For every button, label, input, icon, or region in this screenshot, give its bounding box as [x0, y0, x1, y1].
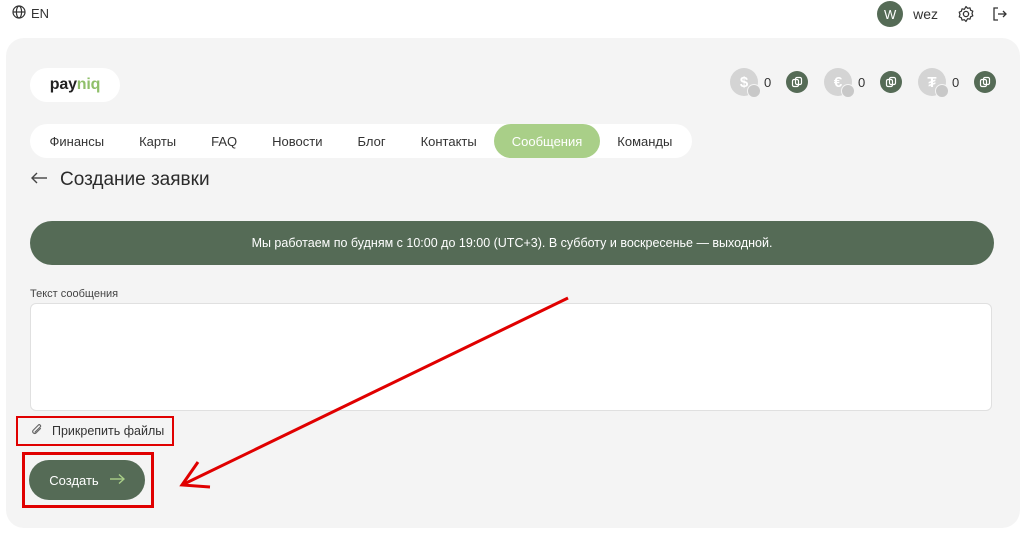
balances: $ 0 € 0 ₮ 0	[730, 68, 996, 98]
balance-usd: $ 0	[730, 68, 808, 98]
message-label: Текст сообщения	[30, 288, 119, 300]
payniq-logo[interactable]: pay niq	[30, 68, 120, 102]
main-nav: Финансы Карты FAQ Новости Блог Контакты …	[30, 124, 692, 158]
page-title: Создание заявки	[60, 169, 210, 190]
copy-icon[interactable]	[880, 71, 902, 93]
balance-value: 0	[952, 74, 960, 90]
tab-contacts[interactable]: Контакты	[403, 124, 494, 158]
tab-messages[interactable]: Сообщения	[494, 124, 600, 158]
globe-icon	[12, 5, 26, 22]
back-arrow-icon[interactable]	[30, 171, 48, 190]
tab-cards[interactable]: Карты	[122, 124, 194, 158]
username[interactable]: wez	[913, 6, 938, 22]
euro-coin-icon: €	[824, 68, 855, 98]
working-hours-banner: Мы работаем по будням с 10:00 до 19:00 (…	[30, 221, 994, 265]
paperclip-icon	[30, 423, 44, 440]
tab-news[interactable]: Новости	[255, 124, 340, 158]
logout-icon[interactable]	[988, 2, 1012, 26]
balance-value: 0	[764, 74, 772, 90]
language-switcher[interactable]: EN	[12, 5, 49, 22]
gear-icon[interactable]	[954, 2, 978, 26]
attach-files-label: Прикрепить файлы	[52, 424, 165, 438]
balance-value: 0	[858, 74, 866, 90]
copy-icon[interactable]	[974, 71, 996, 93]
create-button[interactable]: Создать	[29, 460, 145, 500]
attach-files-button[interactable]: Прикрепить файлы	[16, 416, 174, 446]
language-label: EN	[31, 6, 50, 21]
main-card: pay niq $ 0 € 0 ₮ 0 Финансы Карты FAQ Но…	[6, 38, 1020, 528]
arrow-right-icon	[109, 473, 125, 488]
avatar[interactable]: W	[877, 1, 904, 27]
tab-faq[interactable]: FAQ	[194, 124, 255, 158]
page-header: Создание заявки	[30, 169, 210, 191]
user-area: W wez	[877, 0, 1012, 28]
balance-usdt: ₮ 0	[918, 68, 996, 98]
tether-coin-icon: ₮	[918, 68, 949, 98]
tab-teams[interactable]: Команды	[600, 124, 690, 158]
top-bar: EN W wez	[0, 0, 1024, 30]
balance-eur: € 0	[824, 68, 902, 98]
tab-finance[interactable]: Финансы	[32, 124, 122, 158]
create-highlight-box: Создать	[22, 452, 154, 508]
dollar-coin-icon: $	[730, 68, 761, 98]
copy-icon[interactable]	[786, 71, 808, 93]
message-textarea[interactable]	[30, 303, 992, 411]
create-button-label: Создать	[49, 472, 99, 488]
tab-blog[interactable]: Блог	[340, 124, 403, 158]
